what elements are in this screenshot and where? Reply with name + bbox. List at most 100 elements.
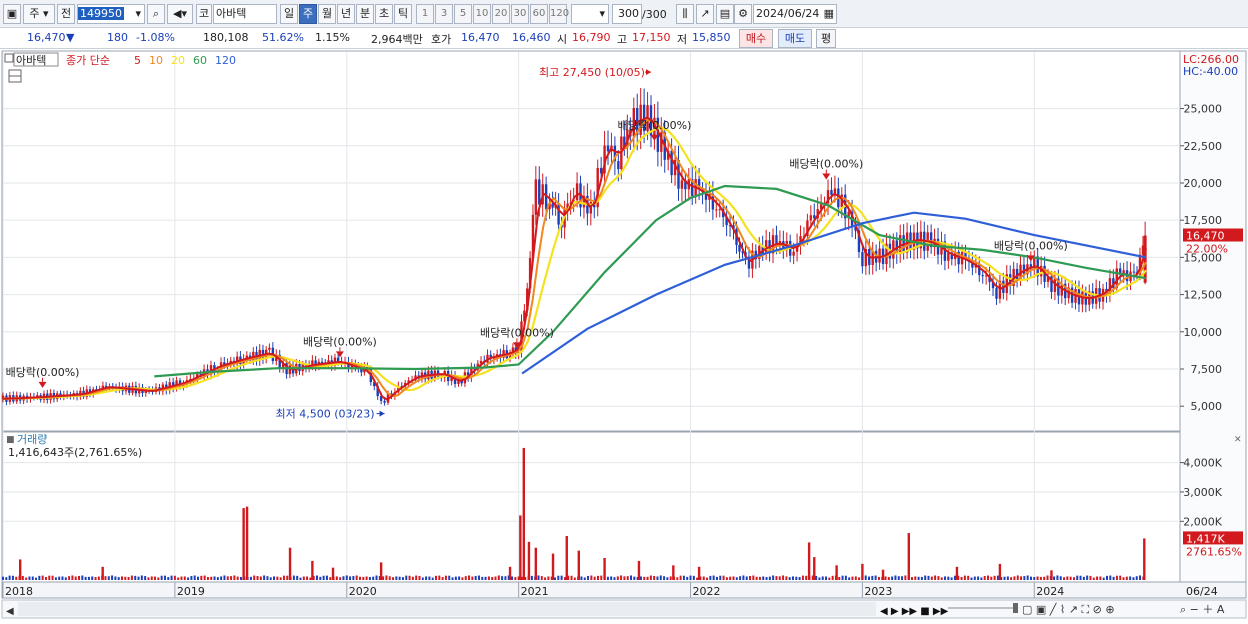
line-icon[interactable]: ↗	[696, 4, 714, 24]
volume-bar	[302, 576, 305, 580]
volume-bar	[345, 575, 348, 580]
volume-bar	[772, 575, 775, 580]
volume-bar	[245, 506, 249, 580]
volume-bar	[858, 577, 861, 580]
volume-bar	[1092, 577, 1095, 580]
volume-bar	[950, 577, 953, 580]
volume-bar	[861, 563, 864, 580]
volume-bar	[54, 577, 57, 580]
volume-bar	[514, 577, 517, 580]
interval-tab[interactable]: 5	[454, 4, 472, 24]
prev-button[interactable]: 전	[57, 4, 75, 24]
interval-tab[interactable]: 20	[492, 4, 510, 24]
period-tab[interactable]: 틱	[394, 4, 412, 24]
volume-bar	[782, 575, 785, 580]
volume-bar	[775, 576, 778, 580]
volume-bar	[405, 575, 408, 580]
speaker-icon[interactable]: ◀▾	[167, 4, 193, 24]
volume-bar	[967, 575, 970, 580]
volume-bar	[719, 575, 722, 580]
volume-bar	[167, 577, 170, 580]
volume-bar	[292, 575, 295, 580]
x-axis-label: 2020	[349, 585, 377, 598]
volume-bar	[504, 576, 507, 580]
interval-tab[interactable]: 30	[511, 4, 529, 24]
volume-bar	[392, 577, 395, 580]
volume-bar	[914, 576, 917, 580]
candle-body	[947, 252, 950, 261]
high-label: 고	[617, 33, 628, 46]
volume-bar	[732, 576, 735, 580]
sell-button[interactable]: 매도	[778, 29, 812, 48]
period-tab[interactable]: 분	[356, 4, 374, 24]
window-icon[interactable]: ▣	[3, 4, 21, 24]
code-input[interactable]: 149950 ▾	[77, 4, 145, 24]
candle-body	[792, 251, 795, 256]
volume-tick-label: 3,000K	[1183, 486, 1222, 499]
market-select[interactable]: 주 ▾	[23, 4, 55, 24]
volume-bar	[226, 576, 229, 580]
volume-bar	[1006, 576, 1009, 580]
candle-icon[interactable]: ⫼	[676, 4, 694, 24]
interval-dropdown[interactable]: ▾	[571, 4, 609, 24]
volume-bar	[689, 575, 692, 580]
volume-bar	[74, 576, 77, 580]
period-tab[interactable]: 주	[299, 4, 317, 24]
volume-bar	[583, 577, 586, 580]
volume-bar	[1003, 576, 1006, 580]
candle-body	[606, 145, 610, 152]
avg-button[interactable]: 평	[816, 29, 836, 48]
volume-bar	[273, 576, 276, 580]
buy-button[interactable]: 매수	[739, 29, 773, 48]
volume-bar	[104, 576, 107, 580]
volume-bar	[322, 575, 325, 580]
interval-tab[interactable]: 60	[530, 4, 548, 24]
price-change: 180	[107, 31, 128, 44]
volume-bar	[838, 576, 841, 580]
volume-bar	[1079, 575, 1082, 580]
interval-tab[interactable]: 120	[549, 4, 569, 24]
save-icon[interactable]: ▤	[716, 4, 734, 24]
volume-bar	[626, 576, 629, 580]
interval-tab[interactable]: 1	[416, 4, 434, 24]
date-input[interactable]: 2024/06/24 ▦	[753, 4, 837, 24]
volume-bar	[623, 576, 626, 580]
volume-bar	[844, 575, 847, 580]
volume-bar	[458, 576, 461, 580]
volume-bar	[279, 577, 282, 580]
volume-bar	[61, 576, 64, 580]
bid-label: 호가	[431, 33, 452, 46]
period-tab[interactable]: 월	[318, 4, 336, 24]
volume-bar	[639, 576, 642, 580]
volume-bar	[1129, 576, 1132, 580]
volume-bar	[649, 575, 652, 580]
stock-chart[interactable]: 5,0007,50010,00012,50015,00017,50020,000…	[0, 50, 1248, 621]
volume-bar	[530, 575, 533, 580]
period-tab[interactable]: 년	[337, 4, 355, 24]
volume-bar	[256, 575, 259, 580]
volume-bar	[666, 577, 669, 580]
interval-tab[interactable]: 3	[435, 4, 453, 24]
legend-item: 10	[149, 54, 163, 67]
count-input[interactable]: 300	[612, 4, 642, 24]
volume-bar	[487, 576, 490, 580]
volume-bar	[200, 575, 203, 580]
market-label: 주	[29, 7, 40, 20]
price-tick-label: 10,000	[1184, 326, 1223, 339]
interval-tab[interactable]: 10	[473, 4, 491, 24]
period-tab[interactable]: 초	[375, 4, 393, 24]
volume-bar	[818, 577, 821, 580]
volume-bar	[352, 576, 355, 580]
volume-bar	[659, 575, 662, 580]
volume-bar	[223, 575, 226, 580]
search-icon[interactable]: ⌕	[147, 4, 165, 24]
gear-icon[interactable]: ⚙	[734, 4, 752, 24]
stock-name-field[interactable]: 아바텍	[213, 4, 277, 24]
current-volume-pct-label: 2761.65%	[1186, 545, 1242, 558]
volume-bar	[269, 577, 272, 580]
period-tab[interactable]: 일	[280, 4, 298, 24]
price-tick-label: 20,000	[1184, 177, 1223, 190]
volume-bar	[874, 575, 877, 580]
volume-bar	[527, 541, 531, 580]
volume-bar	[927, 575, 930, 580]
